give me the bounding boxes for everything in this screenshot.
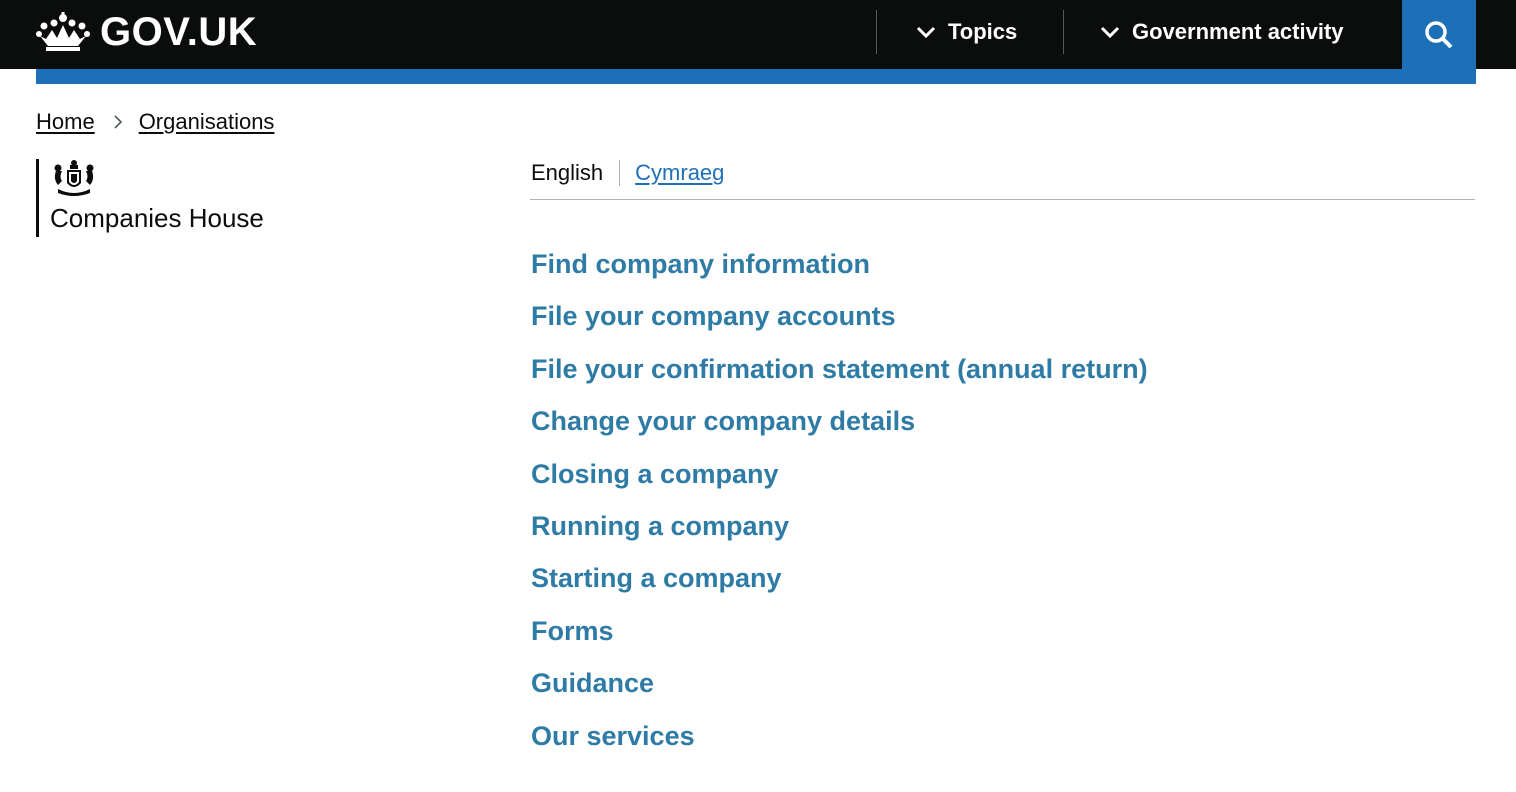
chevron-right-icon [114, 115, 122, 129]
chevron-down-icon [1100, 26, 1120, 39]
link-running-a-company[interactable]: Running a company [531, 508, 1148, 560]
nav-divider [1063, 10, 1064, 54]
link-file-company-accounts[interactable]: File your company accounts [531, 298, 1148, 350]
govuk-logo-text: GOV.UK [100, 9, 258, 54]
search-icon [1425, 20, 1453, 48]
breadcrumb-organisations-link[interactable]: Organisations [139, 109, 275, 135]
service-links-list: Find company information File your compa… [531, 246, 1148, 770]
nav-government-activity-label: Government activity [1132, 19, 1344, 44]
link-file-confirmation-statement[interactable]: File your confirmation statement (annual… [531, 351, 1148, 403]
govuk-logo-link[interactable]: GOV.UK [36, 10, 257, 54]
language-divider [619, 160, 621, 186]
link-forms[interactable]: Forms [531, 613, 1148, 665]
language-current: English [531, 160, 604, 185]
link-find-company-information[interactable]: Find company information [531, 246, 1148, 298]
link-guidance[interactable]: Guidance [531, 665, 1148, 717]
link-change-company-details[interactable]: Change your company details [531, 403, 1148, 455]
link-our-services[interactable]: Our services [531, 718, 1148, 770]
header-accent-bar [36, 69, 1476, 84]
organisation-logo: Companies House [36, 159, 396, 237]
breadcrumb: Home Organisations [36, 108, 274, 136]
nav-divider [876, 10, 877, 54]
link-starting-a-company[interactable]: Starting a company [531, 560, 1148, 612]
language-switcher: English Cymraeg [531, 158, 724, 188]
nav-government-activity-button[interactable]: Government activity [1100, 0, 1344, 64]
section-divider [530, 199, 1475, 200]
nav-topics-label: Topics [948, 19, 1018, 44]
breadcrumb-home-link[interactable]: Home [36, 109, 95, 135]
nav-topics-button[interactable]: Topics [916, 0, 1017, 64]
site-header: GOV.UK Topics Government activity [0, 0, 1516, 69]
language-cymraeg-link[interactable]: Cymraeg [635, 160, 724, 186]
chevron-down-icon [916, 26, 936, 39]
link-closing-a-company[interactable]: Closing a company [531, 456, 1148, 508]
royal-arms-icon [54, 160, 94, 196]
organisation-name: Companies House [50, 203, 264, 233]
search-button[interactable] [1402, 0, 1476, 69]
crown-icon [36, 12, 90, 51]
